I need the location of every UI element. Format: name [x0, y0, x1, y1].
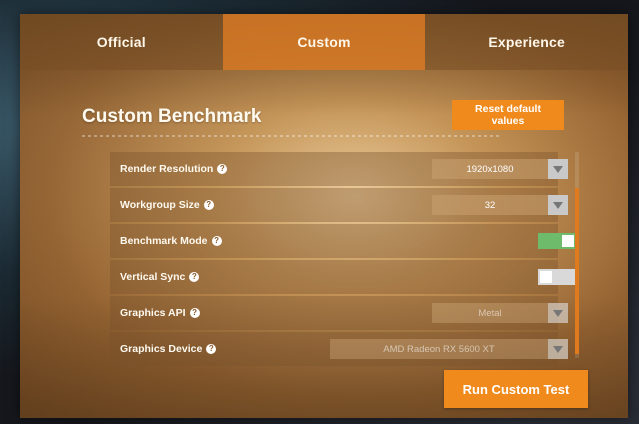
help-icon[interactable]: ? — [189, 272, 200, 283]
tab-custom[interactable]: Custom — [222, 14, 426, 70]
chevron-down-icon — [548, 195, 568, 215]
setting-row-workgroup-size: Workgroup Size? 32 — [110, 188, 568, 222]
tab-bar: Official Custom Experience — [20, 14, 629, 70]
chevron-down-icon — [548, 159, 568, 179]
help-icon[interactable]: ? — [203, 200, 214, 211]
benchmark-panel: Official Custom Experience Custom Benchm… — [20, 14, 629, 418]
graphics-device-select[interactable]: AMD Radeon RX 5600 XT — [330, 339, 568, 359]
select-value: Metal — [478, 307, 502, 319]
setting-row-render-resolution: Render Resolution? 1920x1080 — [110, 152, 568, 186]
page-title: Custom Benchmark — [82, 106, 262, 127]
setting-row-graphics-device: Graphics Device? AMD Radeon RX 5600 XT — [110, 332, 568, 366]
divider — [82, 135, 502, 137]
setting-row-graphics-api: Graphics API? Metal — [110, 296, 568, 330]
vertical-sync-toggle[interactable] — [538, 269, 576, 285]
chevron-down-icon — [548, 339, 568, 359]
select-value: AMD Radeon RX 5600 XT — [383, 343, 495, 355]
setting-row-vertical-sync: Vertical Sync? — [110, 260, 576, 294]
select-value: 32 — [484, 199, 496, 211]
graphics-api-select[interactable]: Metal — [432, 303, 568, 323]
select-value: 1920x1080 — [466, 163, 514, 175]
chevron-down-icon — [548, 303, 568, 323]
help-icon[interactable]: ? — [217, 164, 228, 175]
section-header: Custom Benchmark — [82, 106, 262, 128]
reset-default-values-button[interactable]: Reset default values — [452, 100, 564, 130]
run-custom-test-button[interactable]: Run Custom Test — [444, 370, 588, 408]
setting-label: Workgroup Size? — [120, 199, 214, 211]
settings-scrollbar[interactable] — [575, 152, 579, 358]
workgroup-size-select[interactable]: 32 — [432, 195, 568, 215]
settings-list: Render Resolution? 1920x1080 Workgroup S… — [110, 152, 576, 368]
tab-official[interactable]: Official — [20, 14, 223, 70]
toggle-knob — [540, 271, 552, 283]
render-resolution-select[interactable]: 1920x1080 — [432, 159, 568, 179]
setting-label: Render Resolution? — [120, 163, 228, 175]
help-icon[interactable]: ? — [189, 308, 200, 319]
benchmark-mode-toggle[interactable] — [538, 233, 576, 249]
setting-label: Benchmark Mode? — [120, 235, 222, 247]
toggle-knob — [562, 235, 574, 247]
setting-row-benchmark-mode: Benchmark Mode? — [110, 224, 576, 258]
setting-label: Graphics Device? — [120, 343, 217, 355]
help-icon[interactable]: ? — [206, 344, 217, 355]
setting-label: Graphics API? — [120, 307, 200, 319]
setting-label: Vertical Sync? — [120, 271, 200, 283]
scrollbar-thumb[interactable] — [575, 188, 579, 354]
tab-experience[interactable]: Experience — [425, 14, 629, 70]
help-icon[interactable]: ? — [211, 236, 222, 247]
